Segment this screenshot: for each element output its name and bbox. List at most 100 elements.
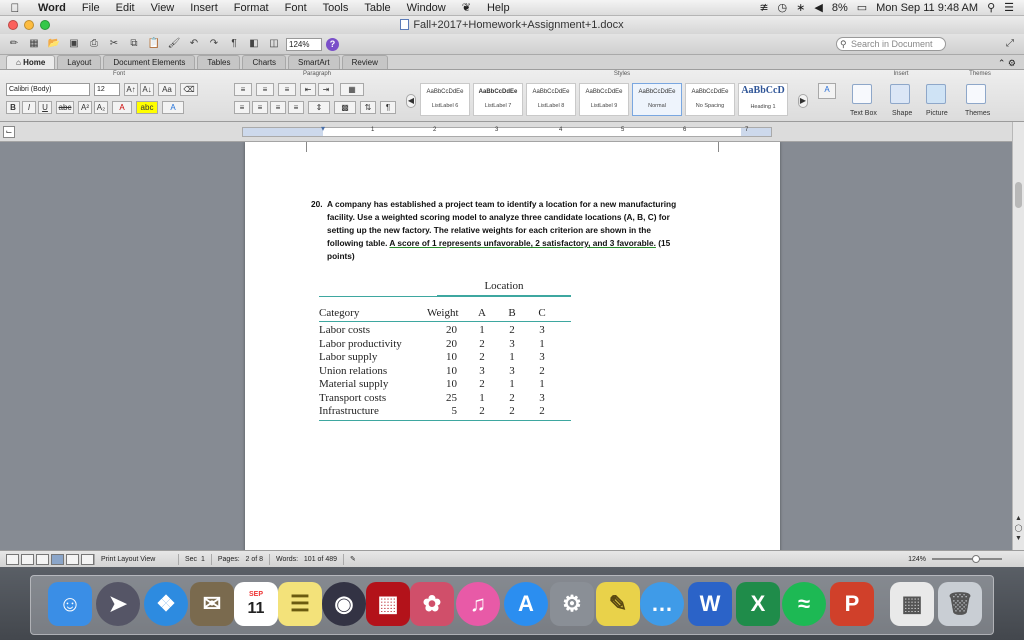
align-right-icon[interactable]: ≡ xyxy=(270,101,286,114)
highlight-icon[interactable]: abc xyxy=(136,101,158,114)
battery-icon[interactable]: ▭ xyxy=(857,1,867,14)
indent-marker-icon[interactable]: ▾ xyxy=(321,124,325,133)
bold-icon[interactable]: B xyxy=(6,101,20,114)
font-color-icon[interactable]: A xyxy=(112,101,132,114)
tab-home[interactable]: ⌂ Home xyxy=(6,55,56,69)
tab-tables[interactable]: Tables xyxy=(197,55,241,69)
style-no-spacing[interactable]: AaBbCcDdEe No Spacing xyxy=(685,83,735,116)
multilevel-list-icon[interactable]: ≡ xyxy=(278,83,296,96)
paste-icon[interactable]: 📋 xyxy=(146,37,162,51)
menu-help[interactable]: Help xyxy=(479,2,518,14)
outline-view-icon[interactable] xyxy=(21,553,34,565)
menu-table[interactable]: Table xyxy=(356,2,398,14)
scrollbar-thumb[interactable] xyxy=(1015,182,1022,208)
search-document-input[interactable]: ⚲ Search in Document xyxy=(836,37,946,51)
format-painter-icon[interactable]: 🖌 xyxy=(166,37,182,51)
shape-label[interactable]: Shape xyxy=(892,110,912,117)
section-indicator[interactable]: Sec 1 xyxy=(178,553,211,565)
apple-menu-icon[interactable]:  xyxy=(0,1,30,15)
cut-icon[interactable]: ✂ xyxy=(106,37,122,51)
borders-icon[interactable]: ▦ xyxy=(340,83,364,96)
print-icon[interactable]: ⎙ xyxy=(86,37,102,51)
question-20[interactable]: 20. A company has established a project t… xyxy=(311,198,731,263)
copy-icon[interactable]: ⧉ xyxy=(126,37,142,51)
tab-review[interactable]: Review xyxy=(341,55,388,69)
publishing-view-icon[interactable] xyxy=(36,553,49,565)
menu-window[interactable]: Window xyxy=(399,2,454,14)
text-effects-icon[interactable]: A xyxy=(162,101,184,114)
excel-icon[interactable]: X xyxy=(736,582,780,626)
tab-charts[interactable]: Charts xyxy=(242,55,287,69)
bullets-icon[interactable]: ≡ xyxy=(234,83,252,96)
subscript-icon[interactable]: A₂ xyxy=(94,101,108,114)
messages-icon[interactable]: … xyxy=(640,582,684,626)
sort-icon[interactable]: ⇅ xyxy=(360,101,376,114)
calendar-icon[interactable]: SEP 11 xyxy=(234,582,278,626)
font-size-select[interactable]: 12 xyxy=(94,83,120,96)
photo-booth-icon[interactable]: ▦ xyxy=(366,582,410,626)
notes-icon[interactable]: ☰ xyxy=(278,582,322,626)
fullscreen-icon[interactable]: ⤢ xyxy=(1002,37,1018,51)
new-document-icon[interactable]: ✏ xyxy=(6,37,22,51)
photos-icon[interactable]: ✿ xyxy=(410,582,454,626)
show-hide-icon[interactable]: ¶ xyxy=(380,101,396,114)
manage-styles-icon[interactable]: A xyxy=(818,83,836,99)
picture-label[interactable]: Picture xyxy=(926,110,948,117)
strikethrough-icon[interactable]: abc xyxy=(56,101,74,114)
tab-smartart[interactable]: SmartArt xyxy=(288,55,340,69)
align-left-icon[interactable]: ≡ xyxy=(234,101,250,114)
gallery-icon[interactable]: ◫ xyxy=(266,37,282,51)
notification-center-icon[interactable]: ☰ xyxy=(1004,1,1014,14)
menu-file[interactable]: File xyxy=(74,2,108,14)
shrink-font-icon[interactable]: A↓ xyxy=(140,83,154,96)
style-listlabel-7[interactable]: AaBbCcDdEe ListLabel 7 xyxy=(473,83,523,116)
powerpoint-icon[interactable]: P xyxy=(830,582,874,626)
superscript-icon[interactable]: A² xyxy=(78,101,92,114)
sidebar-icon[interactable]: ◧ xyxy=(246,37,262,51)
battery-percent[interactable]: 8% xyxy=(832,2,848,14)
menu-format[interactable]: Format xyxy=(226,2,277,14)
style-listlabel-8[interactable]: AaBbCcDdEe ListLabel 8 xyxy=(526,83,576,116)
save-icon[interactable]: ▣ xyxy=(66,37,82,51)
show-formatting-icon[interactable]: ¶ xyxy=(226,37,242,51)
numbering-icon[interactable]: ≡ xyxy=(256,83,274,96)
open-icon[interactable]: 📂 xyxy=(46,37,62,51)
print-layout-view-icon[interactable] xyxy=(51,553,64,565)
volume-icon[interactable]: ◀ xyxy=(814,1,822,14)
templates-icon[interactable]: ▦ xyxy=(26,37,42,51)
safari-icon[interactable]: ❖ xyxy=(144,582,188,626)
script-menu-icon[interactable]: ❦ xyxy=(454,1,479,14)
menu-insert[interactable]: Insert xyxy=(182,2,226,14)
finder-icon[interactable]: ☺ xyxy=(48,582,92,626)
menu-app-name[interactable]: Word xyxy=(30,2,74,14)
spotify-icon[interactable]: ≈ xyxy=(782,582,826,626)
horizontal-ruler[interactable]: 1 2 3 4 5 6 7 ▾ xyxy=(242,124,772,137)
stickies-icon[interactable]: ✎ xyxy=(596,582,640,626)
style-listlabel-6[interactable]: AaBbCcDdEe ListLabel 6 xyxy=(420,83,470,116)
zoom-select[interactable]: 124% xyxy=(286,37,322,51)
themes-icon[interactable] xyxy=(966,84,986,104)
menu-font[interactable]: Font xyxy=(277,2,315,14)
spotlight-icon[interactable]: ⚲ xyxy=(987,1,995,14)
underline-icon[interactable]: U xyxy=(38,101,52,114)
ribbon-collapse-icon[interactable]: ⌃ ⚙ xyxy=(998,58,1024,69)
style-normal[interactable]: AaBbCcDdEe Normal xyxy=(632,83,682,116)
increase-indent-icon[interactable]: ⇥ xyxy=(318,83,334,96)
preview-icon[interactable]: ▦ xyxy=(890,582,934,626)
time-machine-icon[interactable]: ◷ xyxy=(778,1,788,14)
style-heading-1[interactable]: AaBbCcD Heading 1 xyxy=(738,83,788,116)
zoom-slider[interactable] xyxy=(932,555,1002,563)
clear-formatting-icon[interactable]: ⌫ xyxy=(180,83,198,96)
undo-icon[interactable]: ↶ xyxy=(186,37,202,51)
document-page[interactable]: 20. A company has established a project t… xyxy=(245,142,780,550)
style-listlabel-9[interactable]: AaBbCcDdEe ListLabel 9 xyxy=(579,83,629,116)
document-canvas[interactable]: 20. A company has established a project t… xyxy=(0,142,1012,550)
align-center-icon[interactable]: ≡ xyxy=(252,101,268,114)
justify-icon[interactable]: ≡ xyxy=(288,101,304,114)
scoring-table[interactable]: Location Category Weight A B C Labor cos… xyxy=(319,280,571,421)
menu-view[interactable]: View xyxy=(143,2,183,14)
menu-clock[interactable]: Mon Sep 11 9:48 AM xyxy=(876,2,978,14)
vertical-scrollbar[interactable]: ▲ ◯ ▼ xyxy=(1012,122,1024,550)
decrease-indent-icon[interactable]: ⇤ xyxy=(300,83,316,96)
themes-label[interactable]: Themes xyxy=(965,110,990,117)
